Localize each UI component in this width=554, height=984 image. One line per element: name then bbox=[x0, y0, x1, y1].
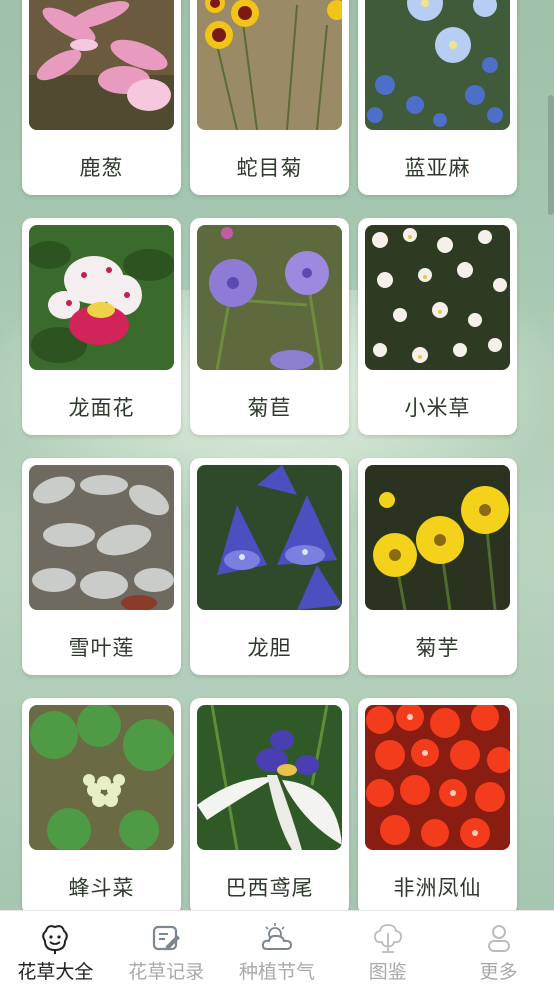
nemesia-photo bbox=[29, 225, 174, 370]
dusty-miller-photo bbox=[29, 465, 174, 610]
bottom-tab-bar: 花草大全 花草记录 种植节气 图鉴 更多 bbox=[0, 910, 554, 984]
plant-card[interactable]: 菊苣 bbox=[190, 218, 349, 435]
scrollbar[interactable] bbox=[548, 95, 554, 215]
coreopsis-photo bbox=[197, 0, 342, 130]
tab-flower-encyclopedia[interactable]: 花草大全 bbox=[0, 911, 111, 984]
note-edit-icon bbox=[153, 925, 181, 951]
plant-name: 龙面花 bbox=[68, 395, 135, 420]
tab-label: 花草记录 bbox=[128, 961, 205, 983]
plant-card[interactable]: 蜂斗菜 bbox=[22, 698, 181, 915]
jerusalem-artichoke-photo bbox=[365, 465, 510, 610]
butterbur-photo bbox=[29, 705, 174, 850]
pink-lily-photo bbox=[29, 0, 174, 130]
weather-cloud-icon bbox=[261, 923, 292, 950]
plant-name: 菊芋 bbox=[415, 635, 460, 660]
plant-grid: 鹿葱 蛇目菊 蓝亚麻 龙面花 菊苣 小米草 雪叶莲 龙胆 菊芋 蜂斗菜 巴西鸢尾… bbox=[22, 0, 518, 915]
tab-planting-seasons[interactable]: 种植节气 bbox=[222, 911, 333, 984]
user-icon bbox=[487, 925, 510, 952]
plant-name: 鹿葱 bbox=[79, 155, 124, 180]
walking-iris-photo bbox=[197, 705, 342, 850]
plant-card[interactable]: 非洲凤仙 bbox=[358, 698, 517, 915]
impatiens-photo bbox=[365, 705, 510, 850]
plant-name: 龙胆 bbox=[247, 635, 292, 660]
chicory-photo bbox=[197, 225, 342, 370]
plant-name: 雪叶莲 bbox=[68, 635, 135, 660]
plant-name: 蜂斗菜 bbox=[68, 875, 135, 900]
tab-label: 图鉴 bbox=[368, 961, 407, 983]
plant-name: 蛇目菊 bbox=[236, 155, 303, 180]
plant-card[interactable]: 小米草 bbox=[358, 218, 517, 435]
blue-flax-photo bbox=[365, 0, 510, 130]
plant-name: 非洲凤仙 bbox=[393, 875, 482, 900]
tab-flower-records[interactable]: 花草记录 bbox=[111, 911, 222, 984]
flower-face-icon bbox=[42, 925, 69, 954]
tab-label: 更多 bbox=[479, 961, 518, 983]
plant-catalog-icon bbox=[373, 924, 402, 953]
plant-card[interactable]: 龙面花 bbox=[22, 218, 181, 435]
plant-card[interactable]: 龙胆 bbox=[190, 458, 349, 675]
tab-label: 种植节气 bbox=[238, 961, 315, 983]
tab-plant-catalog[interactable]: 图鉴 bbox=[332, 911, 443, 984]
plant-card[interactable]: 菊芋 bbox=[358, 458, 517, 675]
gentian-photo bbox=[197, 465, 342, 610]
plant-card[interactable]: 雪叶莲 bbox=[22, 458, 181, 675]
plant-card[interactable]: 巴西鸢尾 bbox=[190, 698, 349, 915]
plant-name: 菊苣 bbox=[247, 395, 292, 420]
plant-name: 巴西鸢尾 bbox=[225, 875, 314, 900]
tab-label: 花草大全 bbox=[17, 961, 94, 983]
plant-card[interactable]: 蛇目菊 bbox=[190, 0, 349, 195]
plant-card[interactable]: 鹿葱 bbox=[22, 0, 181, 195]
plant-name: 蓝亚麻 bbox=[404, 155, 471, 180]
plant-name: 小米草 bbox=[404, 395, 471, 420]
plant-card[interactable]: 蓝亚麻 bbox=[358, 0, 517, 195]
eyebright-photo bbox=[365, 225, 510, 370]
tab-more[interactable]: 更多 bbox=[443, 911, 554, 984]
